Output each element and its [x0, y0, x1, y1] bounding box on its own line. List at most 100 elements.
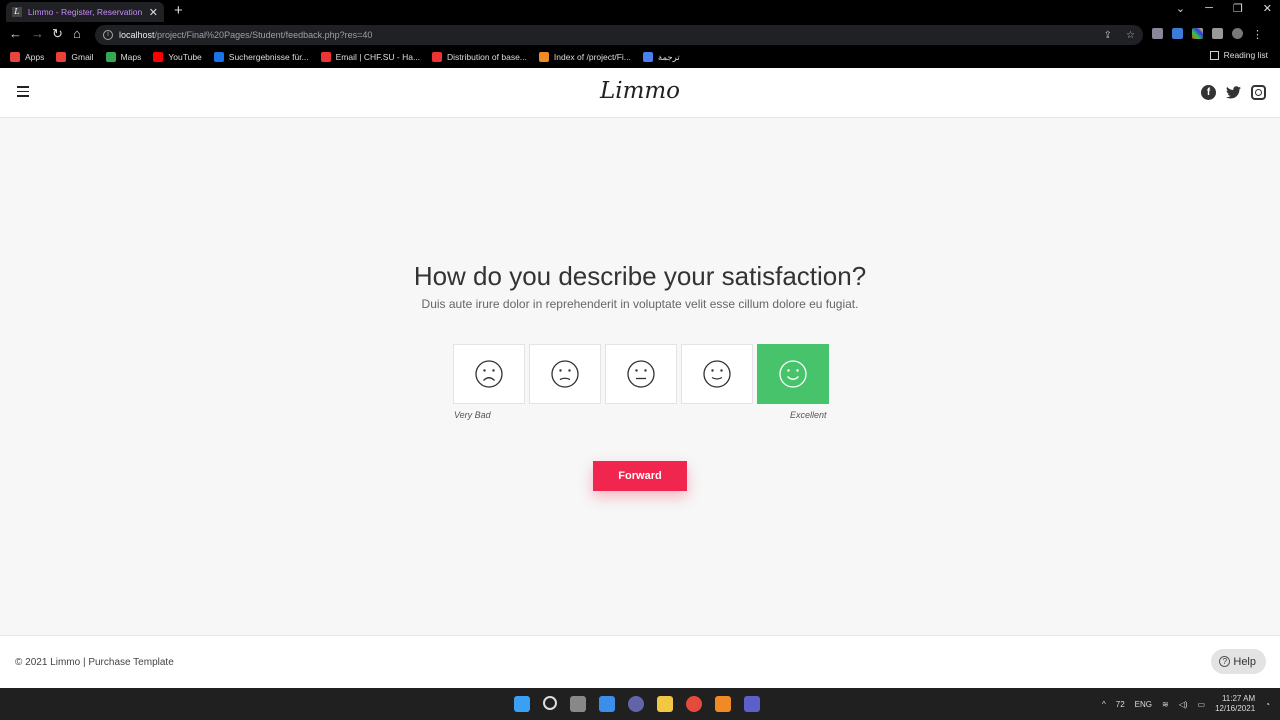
rating-option-good[interactable] [681, 344, 753, 404]
share-icon[interactable]: ⇪ [1104, 30, 1112, 41]
bookmark-youtube[interactable]: YouTube [153, 52, 202, 62]
close-tab-icon[interactable]: ✕ [149, 6, 158, 19]
temperature-text[interactable]: 72 [1116, 700, 1125, 709]
facebook-icon[interactable]: f [1201, 85, 1216, 100]
back-icon[interactable]: ← [9, 26, 22, 41]
reload-icon[interactable]: ↻ [52, 26, 63, 42]
site-logo[interactable]: Limmo [0, 78, 1280, 104]
extensions-area: ⋮ [1152, 28, 1263, 41]
rating-option-neutral[interactable] [605, 344, 677, 404]
battery-icon[interactable]: ▭ [1198, 700, 1206, 709]
site-header: Limmo f [0, 68, 1280, 118]
site-footer: © 2021 Limmo | Purchase Template ? Help [0, 635, 1280, 688]
system-tray: ^ 72 ENG ≋ ◁) ▭ 11:27 AM 12/16/2021 ◔ [1102, 694, 1270, 714]
url-text[interactable]: localhost/project/Final%20Pages/Student/… [119, 30, 372, 40]
youtube-icon [153, 52, 164, 62]
teams-icon[interactable] [744, 696, 760, 712]
feedback-title: How do you describe your satisfaction? [413, 261, 867, 291]
clock[interactable]: 11:27 AM 12/16/2021 [1215, 694, 1255, 714]
close-window-icon[interactable]: ✕ [1263, 2, 1272, 15]
bookmark-maps[interactable]: Maps [105, 52, 141, 62]
puzzle-extension-icon[interactable] [1212, 28, 1223, 39]
language-indicator[interactable]: ENG [1135, 700, 1152, 709]
profile-avatar-icon[interactable] [1232, 28, 1243, 39]
feedback-subtitle: Duis aute irure dolor in reprehenderit i… [421, 297, 859, 311]
clock-time: 11:27 AM [1221, 694, 1256, 703]
translate-icon [642, 52, 653, 62]
limmo-favicon-icon: L [12, 7, 22, 17]
tab-search-icon[interactable]: ⌄ [1176, 2, 1185, 15]
f-extension-icon[interactable] [1172, 28, 1183, 39]
bookmark-email[interactable]: Email | CHF.SU - Ha... [320, 52, 420, 62]
color-extension-icon[interactable] [1192, 28, 1203, 39]
bookmark-search-results[interactable]: Suchergebnisse für... [213, 52, 309, 62]
happy-face-icon [779, 360, 807, 388]
bookmark-apps[interactable]: Apps [10, 52, 44, 62]
home-icon[interactable]: ⌂ [73, 26, 81, 41]
file-explorer-icon[interactable] [657, 696, 673, 712]
copyright-text: © 2021 Limmo | Purchase Template [15, 657, 174, 668]
window-controls: ⌄ ─ ❐ ✕ [1176, 2, 1272, 15]
url-path: /project/Final%20Pages/Student/feedback.… [154, 30, 373, 40]
restore-icon[interactable]: ❐ [1233, 2, 1243, 15]
maps-icon [105, 52, 116, 62]
shield-extension-icon[interactable] [1152, 28, 1163, 39]
neutral-face-icon [627, 360, 655, 388]
social-links: f [1201, 85, 1266, 100]
search-icon[interactable] [543, 696, 557, 710]
browser-menu-icon[interactable]: ⋮ [1252, 28, 1263, 41]
xampp-icon [538, 52, 549, 62]
widgets-icon[interactable] [599, 696, 615, 712]
apps-grid-icon [10, 52, 20, 62]
very-sad-face-icon [475, 360, 503, 388]
reading-list-icon [1209, 50, 1219, 60]
bookmark-distribution[interactable]: Distribution of base... [432, 52, 527, 62]
smile-face-icon [703, 360, 731, 388]
windows-taskbar: ^ 72 ENG ≋ ◁) ▭ 11:27 AM 12/16/2021 ◔ [0, 688, 1280, 720]
browser-chrome: L Limmo - Register, Reservation, O ✕ + ⌄… [0, 0, 1280, 68]
b-site-icon [432, 52, 443, 62]
instagram-icon[interactable] [1251, 85, 1266, 100]
bookmarks-bar: Apps Gmail Maps YouTube Suchergebnisse f… [0, 48, 1280, 66]
taskbar-apps [514, 696, 760, 712]
sad-face-icon [551, 360, 579, 388]
page-content: Limmo f How do you describe your satisfa… [0, 68, 1280, 688]
bookmark-gmail[interactable]: Gmail [56, 52, 94, 62]
xampp-icon[interactable] [715, 696, 731, 712]
address-bar[interactable]: i localhost/project/Final%20Pages/Studen… [95, 25, 1143, 45]
twitter-icon[interactable] [1226, 85, 1241, 100]
help-button[interactable]: ? Help [1211, 649, 1266, 674]
rating-options [453, 344, 829, 404]
bookmark-index[interactable]: Index of /project/Fi... [538, 52, 631, 62]
chrome-icon[interactable] [686, 696, 702, 712]
rating-option-bad[interactable] [529, 344, 601, 404]
chat-icon[interactable] [628, 696, 644, 712]
forward-button[interactable]: Forward [593, 461, 687, 491]
s-site-icon [213, 52, 224, 62]
rating-label-high: Excellent [790, 410, 827, 420]
rating-option-very-bad[interactable] [453, 344, 525, 404]
minimize-icon[interactable]: ─ [1205, 2, 1213, 15]
volume-icon[interactable]: ◁) [1179, 700, 1188, 709]
rating-label-low: Very Bad [454, 410, 491, 420]
chevron-up-icon[interactable]: ^ [1102, 700, 1106, 709]
tab-title: Limmo - Register, Reservation, O [27, 7, 143, 17]
address-row: ← → ↻ ⌂ i localhost/project/Final%20Page… [0, 24, 1280, 46]
browser-tab[interactable]: L Limmo - Register, Reservation, O ✕ [6, 2, 164, 22]
rating-option-excellent[interactable] [757, 344, 829, 404]
bookmark-translate[interactable]: ترجمة [642, 52, 680, 63]
task-view-icon[interactable] [570, 696, 586, 712]
b-site-icon [320, 52, 331, 62]
url-host: localhost [119, 30, 155, 40]
reading-list-button[interactable]: Reading list [1209, 50, 1268, 60]
windows-start-icon[interactable] [514, 696, 530, 712]
question-icon: ? [1219, 656, 1231, 667]
bookmark-star-icon[interactable]: ☆ [1126, 30, 1135, 41]
wifi-icon[interactable]: ≋ [1162, 700, 1169, 709]
forward-nav-icon[interactable]: → [31, 26, 44, 41]
clock-date: 12/16/2021 [1215, 704, 1256, 713]
new-tab-icon[interactable]: + [174, 2, 183, 19]
site-info-icon[interactable]: i [103, 30, 113, 40]
tab-bar: L Limmo - Register, Reservation, O ✕ + ⌄… [0, 0, 1280, 22]
notification-icon[interactable]: ◔ [1265, 700, 1270, 709]
